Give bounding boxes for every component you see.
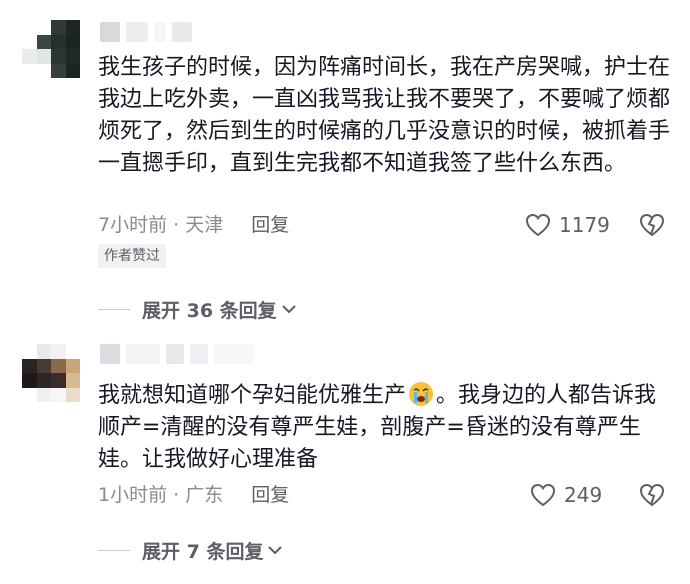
avatar[interactable] [22, 20, 80, 78]
heart-icon [525, 213, 551, 237]
expand-replies-label: 展开 7 条回复 [142, 540, 264, 563]
expand-replies-button[interactable]: 展开 36 条回复 [98, 294, 297, 324]
heart-icon [530, 483, 556, 507]
like-count: 249 [564, 483, 603, 507]
chevron-down-icon [268, 546, 283, 555]
like-button[interactable]: 249 [530, 481, 602, 509]
dislike-icon[interactable] [638, 481, 666, 509]
comment-meta: 7小时前 · 天津 回复 [98, 211, 289, 239]
reply-button[interactable]: 回复 [251, 481, 289, 509]
comment-text-part: 我就想知道哪个孕妇能优雅生产 [98, 383, 407, 408]
comment-text: 我生孩子的时候，因为阵痛时间长，我在产房哭喊，护士在我边上吃外卖，一直凶我骂我让… [98, 55, 671, 176]
dislike-icon[interactable] [638, 211, 666, 239]
timestamp-location: 1小时前 · 广东 [98, 484, 224, 506]
author-liked-badge: 作者赞过 [98, 244, 166, 268]
timestamp-location: 7小时前 · 天津 [98, 214, 224, 236]
comment-text: 我就想知道哪个孕妇能优雅生产 。我身边的人都告诉我顺产=清醒的没有尊严生娃，剖腹产… [98, 380, 670, 476]
username[interactable] [100, 22, 192, 42]
like-button[interactable]: 1179 [525, 211, 610, 239]
username[interactable] [100, 344, 254, 364]
comment-meta: 1小时前 · 广东 回复 [98, 481, 289, 509]
like-count: 1179 [559, 213, 610, 237]
divider-line [98, 308, 130, 310]
chevron-down-icon [281, 305, 296, 314]
reply-button[interactable]: 回复 [251, 211, 289, 239]
expand-replies-button[interactable]: 展开 7 条回复 [98, 535, 283, 565]
avatar[interactable] [22, 344, 80, 402]
divider-line [98, 549, 130, 551]
crying-face-emoji-icon [409, 382, 434, 406]
expand-replies-label: 展开 36 条回复 [142, 299, 277, 322]
